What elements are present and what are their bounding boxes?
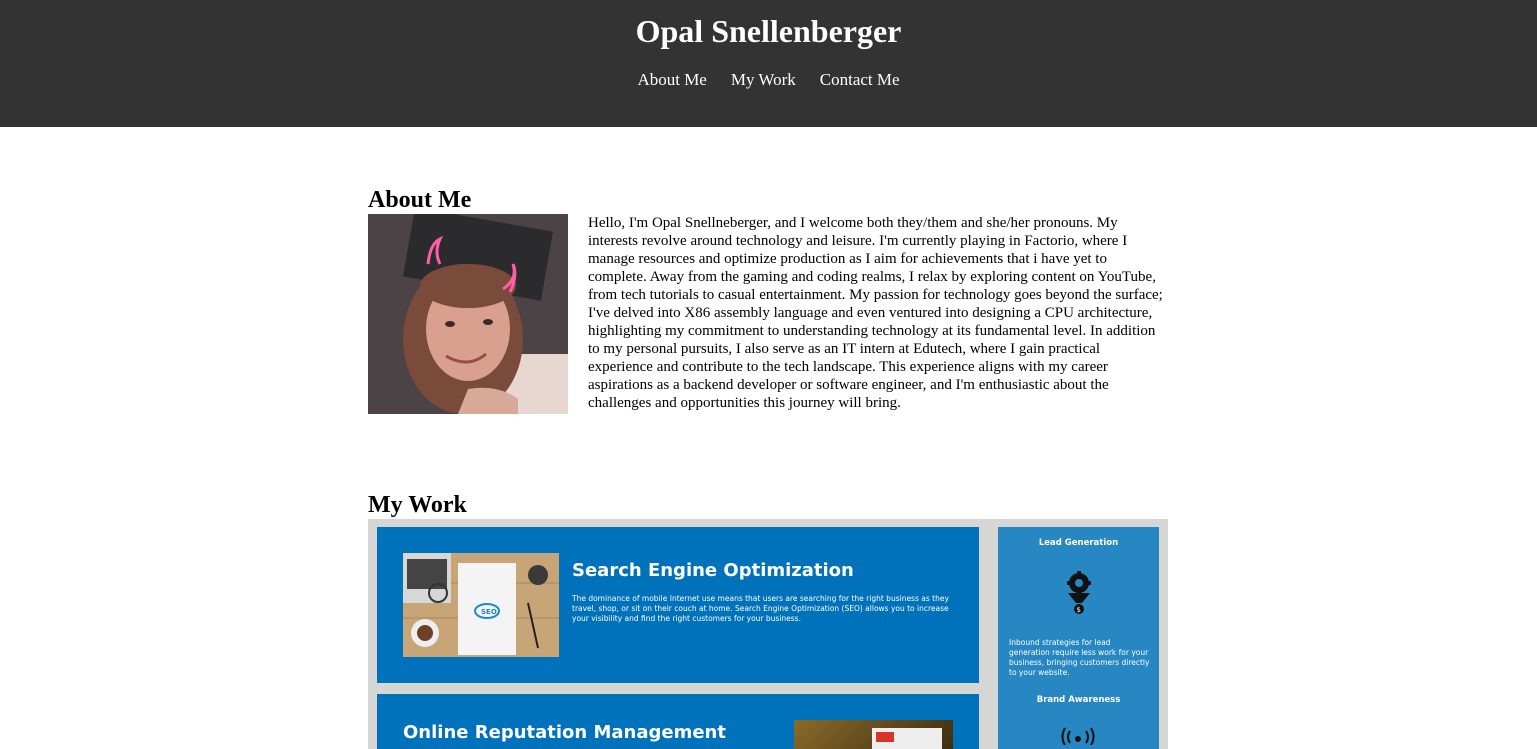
seo-desk-illustration: SEO: [403, 553, 559, 657]
site-title: Opal Snellenberger: [635, 13, 902, 49]
lead-generation-description: Inbound strategies for lead generation r…: [1009, 638, 1150, 677]
reputation-image: [794, 720, 953, 749]
svg-text:$: $: [1077, 606, 1081, 614]
reputation-card-title: Online Reputation Management: [403, 722, 726, 743]
gear-funnel-icon: $: [1062, 571, 1096, 615]
site-header: Opal Snellenberger About Me My Work Cont…: [0, 0, 1537, 127]
svg-text:SEO: SEO: [481, 608, 497, 616]
about-heading: About Me: [368, 187, 472, 213]
brand-awareness-title: Brand Awareness: [1036, 695, 1121, 705]
nav-contact-me[interactable]: Contact Me: [820, 70, 900, 89]
broadcast-icon: [1058, 725, 1098, 746]
work-heading: My Work: [368, 492, 467, 518]
work-screenshot: SEO Search Engine Optimization The domin…: [368, 519, 1168, 749]
about-text: Hello, I'm Opal Snellneberger, and I wel…: [588, 215, 1163, 411]
seo-card-description: The dominance of mobile Internet use mea…: [572, 594, 949, 623]
reputation-illustration: [872, 728, 942, 749]
lead-generation-card: Lead Generation $ Inbound strategies for…: [998, 527, 1159, 749]
nav-my-work[interactable]: My Work: [731, 70, 796, 89]
main-nav: About Me My Work Contact Me: [0, 70, 1537, 90]
lead-generation-title: Lead Generation: [1038, 538, 1119, 548]
seo-desk-image: SEO: [403, 553, 559, 657]
profile-photo: [368, 214, 568, 414]
seo-card: SEO Search Engine Optimization The domin…: [377, 527, 979, 683]
reputation-card: Online Reputation Management: [377, 694, 979, 749]
seo-card-title: Search Engine Optimization: [572, 560, 854, 581]
profile-photo-illustration: [368, 214, 568, 414]
nav-about-me[interactable]: About Me: [637, 70, 706, 89]
